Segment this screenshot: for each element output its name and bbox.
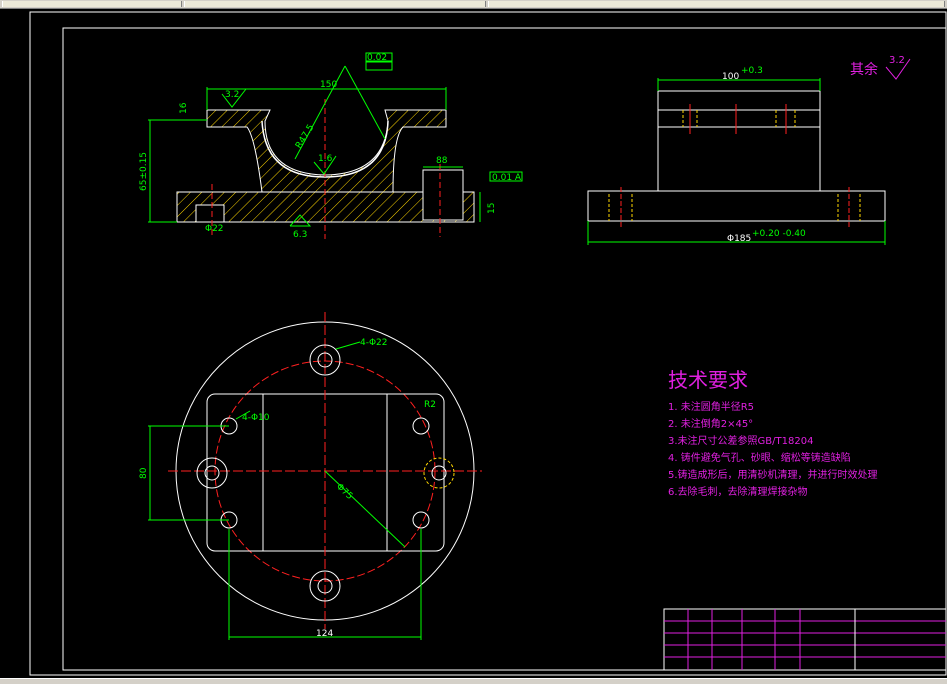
gdt-flat: 0.02 xyxy=(367,53,387,63)
toolbar-segment[interactable] xyxy=(2,1,182,7)
surface-finish-value: 3.2 xyxy=(889,55,905,66)
side-dim-base-tol: +0.20 -0.40 xyxy=(752,229,806,239)
dim-flange: 88 xyxy=(436,156,448,166)
dim-base: 15 xyxy=(487,203,497,214)
outer-frame xyxy=(29,11,947,676)
drawing-canvas[interactable]: 150 65±0.15 15 R47.5 0.02 0.01 A 88 16 Φ… xyxy=(0,9,947,679)
tech-req-item: 4. 铸件避免气孔、砂眼、缩松等铸造缺陷 xyxy=(668,451,851,464)
toolbar-segment[interactable] xyxy=(184,1,486,7)
tech-req-item: 3.未注尺寸公差参照GB/T18204 xyxy=(668,434,813,447)
side-dim-top-tol: +0.3 xyxy=(741,66,763,76)
dim-r: R2 xyxy=(424,400,436,410)
toolbar xyxy=(0,0,947,9)
holes-large: 4-Φ22 xyxy=(360,338,388,348)
side-dim-top: 100 xyxy=(722,72,739,82)
dim-124: 124 xyxy=(316,629,333,639)
tech-req-item: 2. 未注倒角2×45° xyxy=(668,417,753,430)
dim-diag: Φ75 xyxy=(334,482,354,502)
dim-bore: R47.5 xyxy=(294,123,316,151)
side-dim-base: Φ185 xyxy=(727,234,751,244)
toolbar-segment[interactable] xyxy=(488,1,945,7)
dim-flange-thick: 16 xyxy=(179,102,189,114)
roughness-bore: 1.6 xyxy=(318,154,333,164)
tech-req-item: 5.铸造成形后，用清砂机清理，并进行时效处理 xyxy=(668,468,878,481)
surface-finish-label: 其余 xyxy=(850,61,878,78)
tech-req-item: 1. 未注圆角半径R5 xyxy=(668,400,754,413)
title-block xyxy=(663,608,947,671)
roughness-top: 3.2 xyxy=(225,90,239,100)
dim-slot: Φ22 xyxy=(205,224,224,234)
plan-view[interactable]: 4-Φ22 4-Φ10 R2 Φ75 124 80 xyxy=(139,312,482,640)
side-view[interactable]: 100 +0.3 Φ185 +0.20 -0.40 其余 3.2 xyxy=(587,55,911,245)
status-bar xyxy=(0,678,947,684)
front-section-view[interactable]: 150 65±0.15 15 R47.5 0.02 0.01 A 88 16 Φ… xyxy=(139,52,523,240)
holes-small: 4-Φ10 xyxy=(242,413,270,423)
roughness-bottom: 6.3 xyxy=(293,230,307,240)
gdt-perp: 0.01 A xyxy=(492,173,522,183)
dim-height: 65±0.15 xyxy=(139,152,149,191)
drawing-frame xyxy=(62,27,947,671)
dim-80: 80 xyxy=(139,467,149,479)
cad-window: 150 65±0.15 15 R47.5 0.02 0.01 A 88 16 Φ… xyxy=(0,0,947,684)
technical-requirements: 技术要求 1. 未注圆角半径R5 2. 未注倒角2×45° 3.未注尺寸公差参照… xyxy=(668,368,878,498)
tech-req-item: 6.去除毛刺，去除清理焊接杂物 xyxy=(668,485,808,498)
tech-req-title: 技术要求 xyxy=(668,368,748,392)
